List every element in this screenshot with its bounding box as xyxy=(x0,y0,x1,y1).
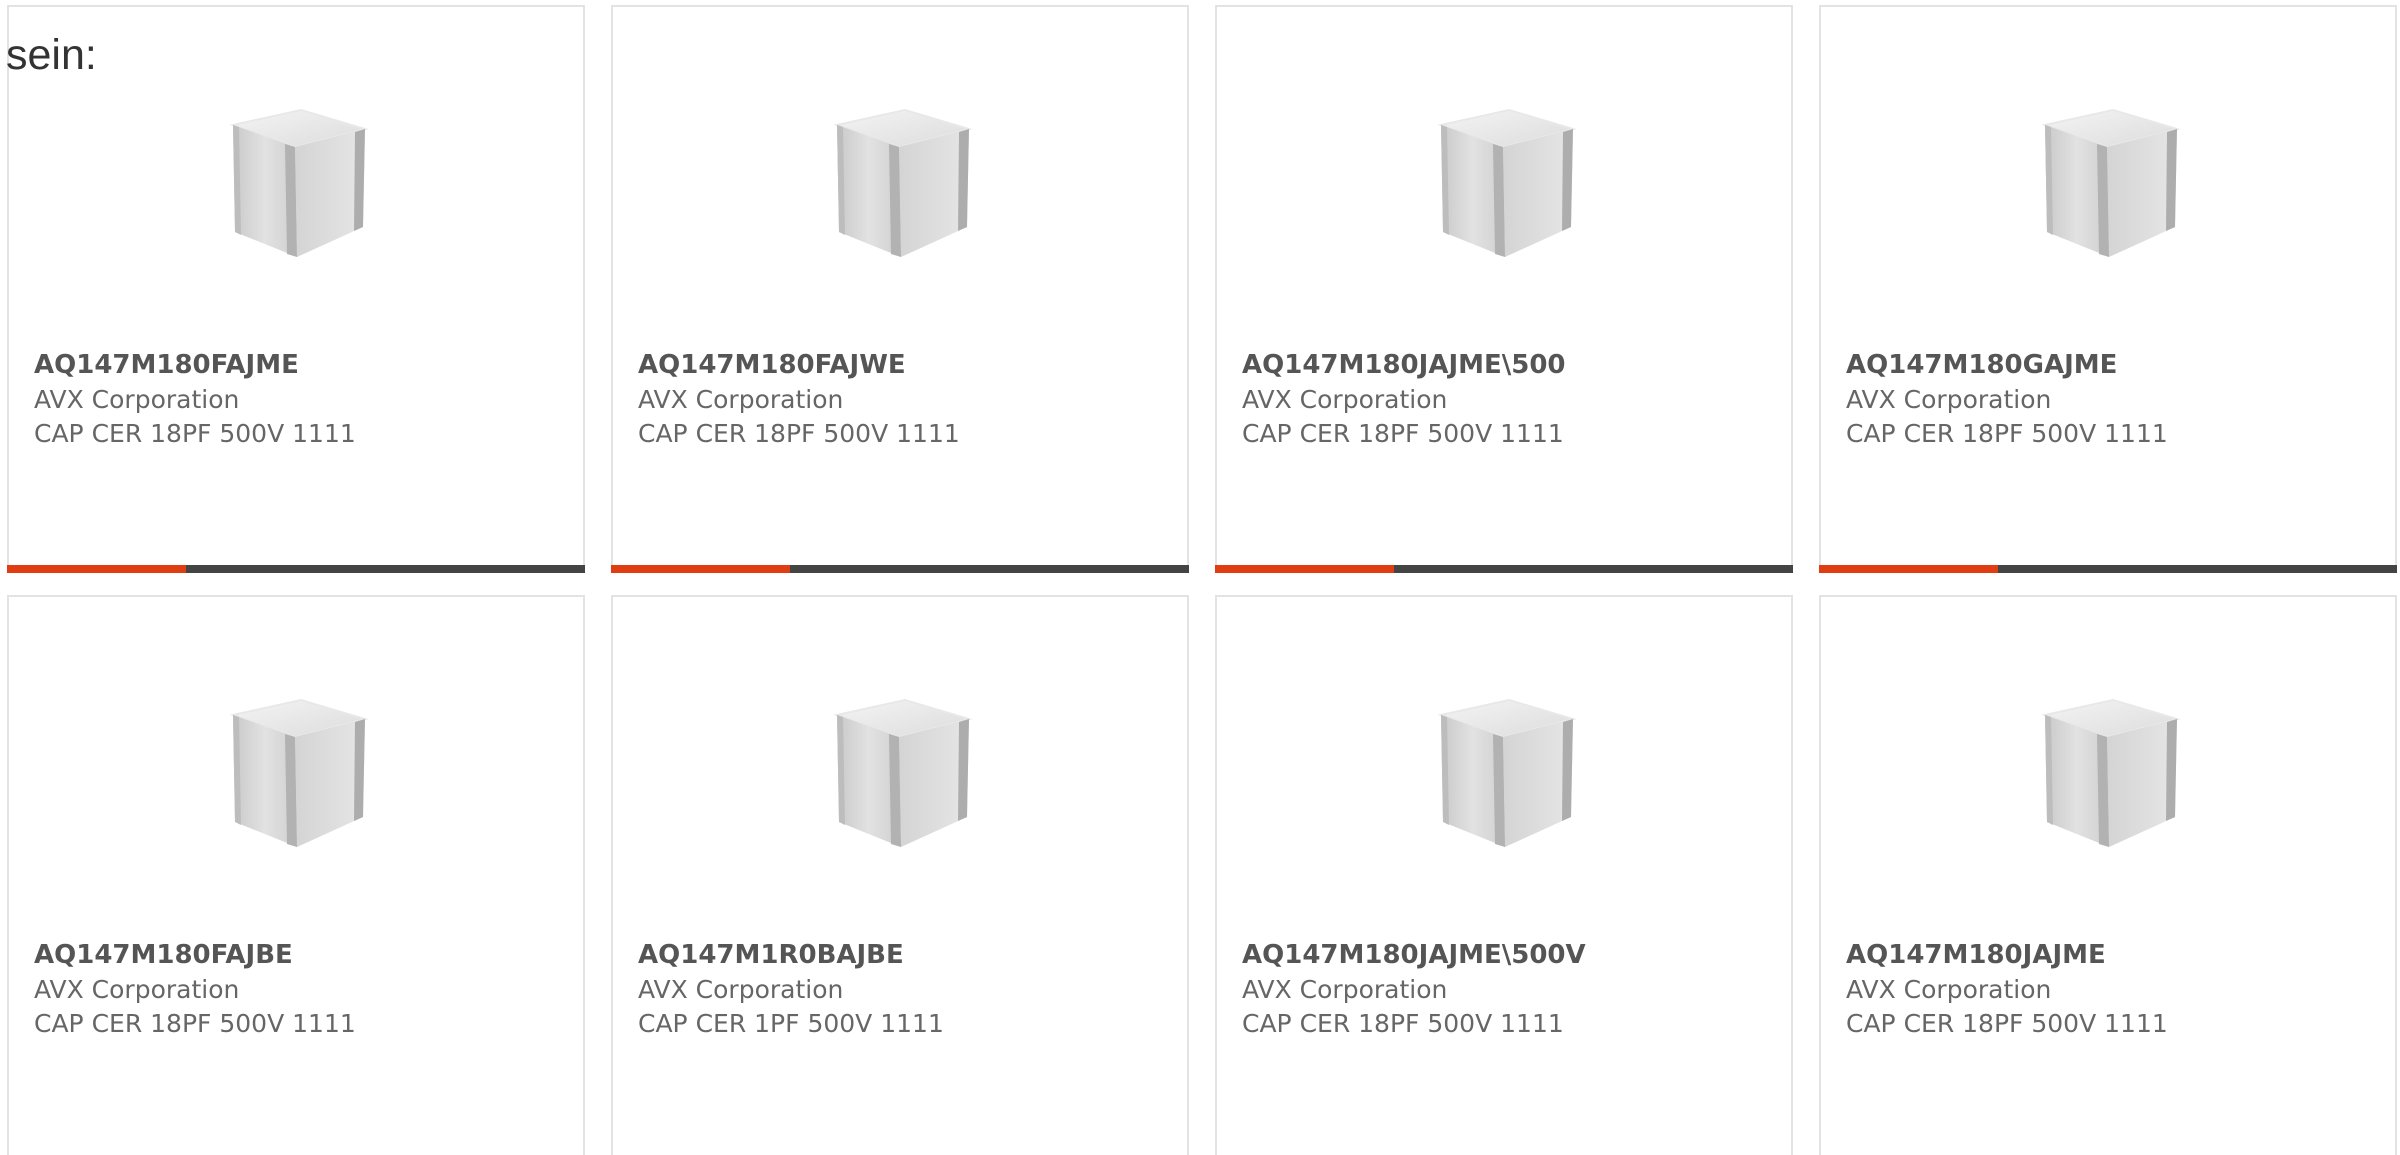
manufacturer-label: AVX Corporation xyxy=(1242,975,1448,1004)
part-number-link[interactable]: AQ147M180JAJME\500 xyxy=(1242,350,1566,380)
product-image[interactable] xyxy=(2027,687,2197,857)
manufacturer-label: AVX Corporation xyxy=(1846,975,2052,1004)
product-card[interactable]: AQ147M1R0BAJBE AVX Corporation CAP CER 1… xyxy=(611,595,1189,1155)
manufacturer-label: AVX Corporation xyxy=(34,385,240,414)
product-image[interactable] xyxy=(2027,97,2197,267)
product-image[interactable] xyxy=(1423,687,1593,857)
product-card[interactable]: AQ147M180JAJME AVX Corporation CAP CER 1… xyxy=(1819,595,2397,1155)
card-progress-fill xyxy=(7,565,187,573)
manufacturer-label: AVX Corporation xyxy=(34,975,240,1004)
product-card[interactable]: AQ147M180JAJME\500 AVX Corporation CAP C… xyxy=(1215,5,1793,573)
part-number-link[interactable]: AQ147M180GAJME xyxy=(1846,350,2117,380)
product-card[interactable]: AQ147M180FAJME AVX Corporation CAP CER 1… xyxy=(7,5,585,573)
product-image[interactable] xyxy=(215,97,385,267)
capacitor-cube-icon xyxy=(229,108,369,257)
part-number-link[interactable]: AQ147M1R0BAJBE xyxy=(638,940,904,970)
part-number-link[interactable]: AQ147M180JAJME xyxy=(1846,940,2106,970)
product-image[interactable] xyxy=(819,687,989,857)
product-image[interactable] xyxy=(1423,97,1593,267)
manufacturer-label: AVX Corporation xyxy=(1846,385,2052,414)
manufacturer-label: AVX Corporation xyxy=(638,975,844,1004)
card-progress-bar xyxy=(1819,565,2397,573)
card-progress-fill xyxy=(1819,565,1999,573)
capacitor-cube-icon xyxy=(229,698,369,847)
card-progress-bar xyxy=(611,565,1189,573)
product-card[interactable]: AQ147M180GAJME AVX Corporation CAP CER 1… xyxy=(1819,5,2397,573)
page: sein: AQ147M180FAJME AVX Corporation CAP… xyxy=(0,0,2400,1155)
description-label: CAP CER 18PF 500V 1111 xyxy=(1846,419,2168,448)
description-label: CAP CER 18PF 500V 1111 xyxy=(1242,1009,1564,1038)
manufacturer-label: AVX Corporation xyxy=(638,385,844,414)
description-label: CAP CER 18PF 500V 1111 xyxy=(638,419,960,448)
product-image[interactable] xyxy=(819,97,989,267)
card-progress-fill xyxy=(611,565,791,573)
part-number-link[interactable]: AQ147M180FAJBE xyxy=(34,940,293,970)
card-progress-bar xyxy=(1215,565,1793,573)
capacitor-cube-icon xyxy=(2041,108,2181,257)
description-label: CAP CER 18PF 500V 1111 xyxy=(34,419,356,448)
intro-text: sein: xyxy=(6,31,97,79)
part-number-link[interactable]: AQ147M180FAJWE xyxy=(638,350,906,380)
product-card[interactable]: AQ147M180FAJBE AVX Corporation CAP CER 1… xyxy=(7,595,585,1155)
capacitor-cube-icon xyxy=(2041,698,2181,847)
capacitor-cube-icon xyxy=(1437,108,1577,257)
part-number-link[interactable]: AQ147M180FAJME xyxy=(34,350,299,380)
part-number-link[interactable]: AQ147M180JAJME\500V xyxy=(1242,940,1586,970)
description-label: CAP CER 18PF 500V 1111 xyxy=(34,1009,356,1038)
capacitor-cube-icon xyxy=(833,108,973,257)
card-progress-fill xyxy=(1215,565,1395,573)
product-card[interactable]: AQ147M180FAJWE AVX Corporation CAP CER 1… xyxy=(611,5,1189,573)
description-label: CAP CER 18PF 500V 1111 xyxy=(1242,419,1564,448)
card-progress-bar xyxy=(7,565,585,573)
product-card[interactable]: AQ147M180JAJME\500V AVX Corporation CAP … xyxy=(1215,595,1793,1155)
capacitor-cube-icon xyxy=(1437,698,1577,847)
description-label: CAP CER 1PF 500V 1111 xyxy=(638,1009,944,1038)
description-label: CAP CER 18PF 500V 1111 xyxy=(1846,1009,2168,1038)
manufacturer-label: AVX Corporation xyxy=(1242,385,1448,414)
capacitor-cube-icon xyxy=(833,698,973,847)
product-image[interactable] xyxy=(215,687,385,857)
